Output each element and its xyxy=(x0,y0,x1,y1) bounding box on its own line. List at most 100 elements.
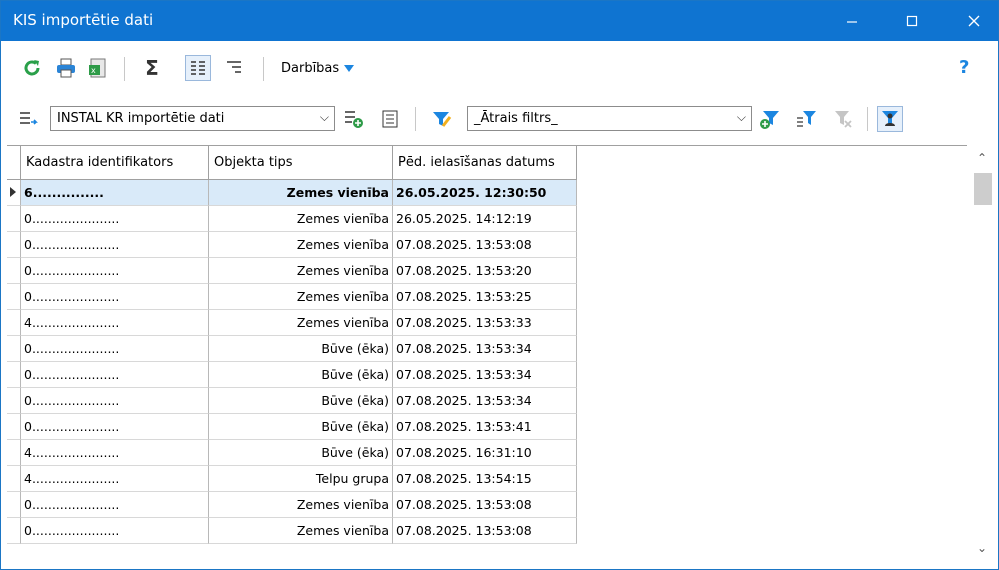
cell-object-type[interactable]: Zemes vienība xyxy=(209,492,393,518)
table-row[interactable]: 0...................... Zemes vienība 07.0… xyxy=(7,284,577,310)
row-indicator[interactable] xyxy=(7,336,21,362)
row-indicator[interactable] xyxy=(7,206,21,232)
scroll-up-icon[interactable]: ⌃ xyxy=(977,151,987,165)
table-row[interactable]: 0...................... Būve (ēka) 07.08.2… xyxy=(7,336,577,362)
cell-object-type[interactable]: Zemes vienība xyxy=(209,310,393,336)
row-indicator[interactable] xyxy=(7,466,21,492)
row-indicator[interactable] xyxy=(7,180,21,206)
cell-object-type[interactable]: Būve (ēka) xyxy=(209,440,393,466)
row-indicator[interactable] xyxy=(7,440,21,466)
cell-object-type[interactable]: Zemes vienība xyxy=(209,518,393,544)
cell-object-type[interactable]: Zemes vienība xyxy=(209,258,393,284)
row-indicator[interactable] xyxy=(7,518,21,544)
row-indicator[interactable] xyxy=(7,388,21,414)
cell-last-read-date[interactable]: 07.08.2025. 13:54:15 xyxy=(393,466,577,492)
sum-button[interactable]: Σ xyxy=(139,55,165,81)
row-indicator[interactable] xyxy=(7,362,21,388)
cell-object-type[interactable]: Būve (ēka) xyxy=(209,362,393,388)
cell-last-read-date[interactable]: 26.05.2025. 12:30:50 xyxy=(393,180,577,206)
dataset-select[interactable]: INSTAL KR importētie dati ⌵ xyxy=(50,106,335,131)
cell-cadastre-id[interactable]: 0...................... xyxy=(21,362,209,388)
table-row[interactable]: 4...................... Zemes vienība 07.0… xyxy=(7,310,577,336)
minimize-button[interactable] xyxy=(829,1,875,41)
table-row[interactable]: 0...................... Zemes vienība 07.0… xyxy=(7,232,577,258)
row-indicator[interactable] xyxy=(7,414,21,440)
cell-cadastre-id[interactable]: 0...................... xyxy=(21,284,209,310)
row-indicator[interactable] xyxy=(7,232,21,258)
cell-cadastre-id[interactable]: 0...................... xyxy=(21,258,209,284)
cell-object-type[interactable]: Zemes vienība xyxy=(209,284,393,310)
cell-object-type[interactable]: Būve (ēka) xyxy=(209,388,393,414)
table-row[interactable]: 0...................... Būve (ēka) 07.08.2… xyxy=(7,414,577,440)
clear-filter-button[interactable] xyxy=(829,106,855,132)
column-header-last-read-date[interactable]: Pēd. ielasīšanas datums xyxy=(393,146,577,180)
help-button[interactable]: ? xyxy=(959,57,969,78)
add-dataset-button[interactable] xyxy=(341,106,367,132)
refresh-button[interactable] xyxy=(19,55,45,81)
cell-cadastre-id[interactable]: 0...................... xyxy=(21,518,209,544)
cell-last-read-date[interactable]: 07.08.2025. 13:53:08 xyxy=(393,518,577,544)
add-filter-button[interactable] xyxy=(757,106,783,132)
user-filter-button[interactable] xyxy=(877,106,903,132)
cell-last-read-date[interactable]: 07.08.2025. 13:53:34 xyxy=(393,336,577,362)
chevron-down-icon: ⌵ xyxy=(736,110,746,124)
cell-object-type[interactable]: Būve (ēka) xyxy=(209,414,393,440)
cell-last-read-date[interactable]: 26.05.2025. 14:12:19 xyxy=(393,206,577,232)
edit-filter-button[interactable] xyxy=(429,106,455,132)
cell-cadastre-id[interactable]: 0...................... xyxy=(21,206,209,232)
maximize-button[interactable] xyxy=(889,1,935,41)
edit-dataset-button[interactable] xyxy=(377,106,403,132)
cell-cadastre-id[interactable]: 0...................... xyxy=(21,336,209,362)
cell-object-type[interactable]: Zemes vienība xyxy=(209,180,393,206)
apply-filter-button[interactable] xyxy=(793,106,819,132)
table-row[interactable]: 6............... Zemes vienība 26.05.2025.… xyxy=(7,180,577,206)
export-excel-button[interactable]: x xyxy=(85,55,111,81)
vertical-scrollbar[interactable]: ⌃ ⌄ xyxy=(971,145,997,565)
table-row[interactable]: 0...................... Zemes vienība 07.0… xyxy=(7,258,577,284)
table-row[interactable]: 4...................... Telpu grupa 07.08.… xyxy=(7,466,577,492)
cell-cadastre-id[interactable]: 4...................... xyxy=(21,440,209,466)
cell-last-read-date[interactable]: 07.08.2025. 13:53:08 xyxy=(393,232,577,258)
cell-last-read-date[interactable]: 07.08.2025. 13:53:41 xyxy=(393,414,577,440)
cell-last-read-date[interactable]: 07.08.2025. 13:53:25 xyxy=(393,284,577,310)
cell-cadastre-id[interactable]: 0...................... xyxy=(21,492,209,518)
dataset-list-button[interactable] xyxy=(15,106,41,132)
actions-menu[interactable]: Darbības xyxy=(281,61,355,76)
cell-cadastre-id[interactable]: 0...................... xyxy=(21,388,209,414)
cell-object-type[interactable]: Būve (ēka) xyxy=(209,336,393,362)
table-row[interactable]: 4...................... Būve (ēka) 07.08.2… xyxy=(7,440,577,466)
cell-cadastre-id[interactable]: 4...................... xyxy=(21,466,209,492)
print-button[interactable] xyxy=(53,55,79,81)
cell-last-read-date[interactable]: 07.08.2025. 13:53:34 xyxy=(393,388,577,414)
grid-view-button[interactable] xyxy=(185,55,211,81)
quick-filter-select[interactable]: _Ātrais filtrs_ ⌵ xyxy=(467,106,752,131)
row-indicator[interactable] xyxy=(7,258,21,284)
row-indicator[interactable] xyxy=(7,492,21,518)
cell-cadastre-id[interactable]: 0...................... xyxy=(21,414,209,440)
row-indicator[interactable] xyxy=(7,284,21,310)
cell-last-read-date[interactable]: 07.08.2025. 16:31:10 xyxy=(393,440,577,466)
cell-cadastre-id[interactable]: 0...................... xyxy=(21,232,209,258)
table-row[interactable]: 0...................... Būve (ēka) 07.08.2… xyxy=(7,362,577,388)
cell-cadastre-id[interactable]: 4...................... xyxy=(21,310,209,336)
cell-last-read-date[interactable]: 07.08.2025. 13:53:20 xyxy=(393,258,577,284)
table-row[interactable]: 0...................... Zemes vienība 07.0… xyxy=(7,492,577,518)
scroll-down-icon[interactable]: ⌄ xyxy=(977,541,987,555)
scroll-thumb[interactable] xyxy=(974,173,992,205)
column-header-cadastre[interactable]: Kadastra identifikators xyxy=(21,146,209,180)
column-header-object-type[interactable]: Objekta tips xyxy=(209,146,393,180)
tree-view-button[interactable] xyxy=(221,55,247,81)
cell-last-read-date[interactable]: 07.08.2025. 13:53:08 xyxy=(393,492,577,518)
table-row[interactable]: 0...................... Būve (ēka) 07.08.2… xyxy=(7,388,577,414)
table-row[interactable]: 0...................... Zemes vienība 07.0… xyxy=(7,518,577,544)
cell-cadastre-id[interactable]: 6............... xyxy=(21,180,209,206)
close-button[interactable] xyxy=(951,1,997,41)
cell-last-read-date[interactable]: 07.08.2025. 13:53:33 xyxy=(393,310,577,336)
cell-object-type[interactable]: Zemes vienība xyxy=(209,232,393,258)
cell-object-type[interactable]: Zemes vienība xyxy=(209,206,393,232)
grid-view-icon xyxy=(191,61,205,75)
cell-last-read-date[interactable]: 07.08.2025. 13:53:34 xyxy=(393,362,577,388)
cell-object-type[interactable]: Telpu grupa xyxy=(209,466,393,492)
row-indicator[interactable] xyxy=(7,310,21,336)
table-row[interactable]: 0...................... Zemes vienība 26.0… xyxy=(7,206,577,232)
